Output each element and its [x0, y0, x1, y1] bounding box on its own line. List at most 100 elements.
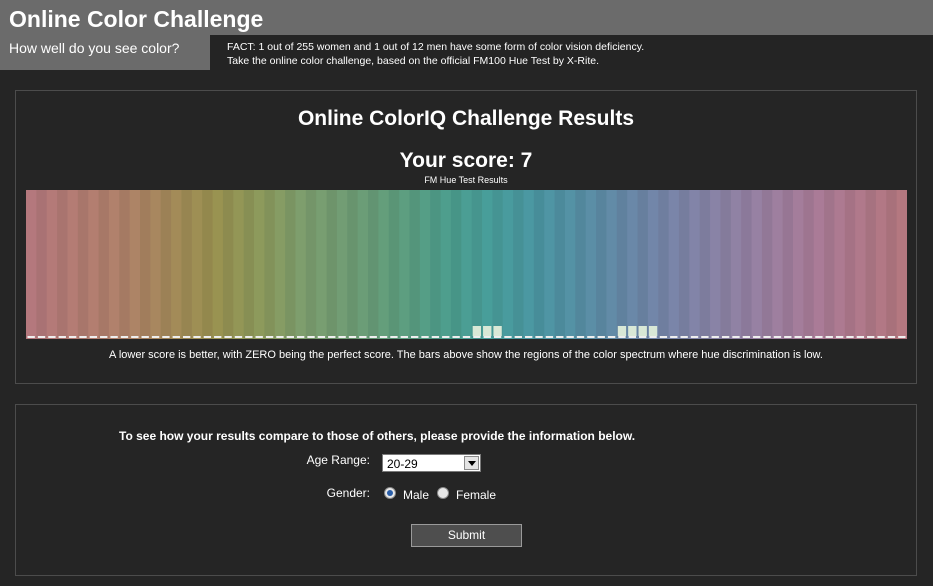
spectrum-cap-34	[378, 190, 390, 339]
baseline-tick-82	[877, 336, 885, 338]
spectrum-cap-80	[855, 190, 867, 339]
baseline-tick-2	[48, 336, 56, 338]
spectrum-cap-30	[336, 190, 348, 339]
spectrum-cap-74	[792, 190, 804, 339]
baseline-tick-56	[607, 336, 616, 338]
baseline-tick-75	[804, 336, 813, 338]
spectrum-cap-16	[191, 190, 203, 339]
spectrum-cap-12	[150, 190, 162, 339]
spectrum-cap-76	[813, 190, 825, 339]
baseline-tick-79	[846, 336, 854, 338]
spectrum-cap-32	[357, 190, 369, 339]
baseline-tick-68	[732, 336, 740, 338]
baseline-tick-42	[462, 336, 471, 338]
spectrum-cap-55	[596, 190, 608, 339]
spectrum-cap-22	[254, 190, 265, 339]
baseline-tick-71	[763, 336, 771, 338]
baseline-tick-50	[545, 336, 554, 338]
spectrum-cap-57	[616, 190, 628, 339]
spectrum-cap-31	[347, 190, 359, 339]
form-intro: To see how your results compare to those…	[119, 429, 636, 443]
results-panel: Online ColorIQ Challenge Results Your sc…	[15, 90, 917, 384]
error-bar-58	[628, 326, 637, 336]
spectrum-cap-73	[782, 190, 794, 339]
baseline-tick-29	[328, 336, 336, 338]
baseline-tick-30	[338, 336, 346, 338]
baseline-tick-66	[711, 336, 719, 338]
baseline-tick-57	[618, 336, 626, 338]
chevron-down-icon[interactable]	[464, 456, 479, 470]
score-display: Your score: 7	[399, 149, 533, 172]
baseline-tick-3	[58, 336, 66, 338]
spectrum-cap-29	[326, 190, 338, 339]
spectrum-cap-70	[751, 190, 763, 339]
age-range-select[interactable]: 20-29	[382, 454, 481, 472]
baseline-tick-11	[141, 336, 149, 338]
error-bar-57	[617, 326, 627, 336]
baseline-tick-31	[348, 336, 357, 338]
spectrum-cap-68	[730, 190, 742, 339]
baseline-tick-61	[659, 336, 668, 338]
baseline-tick-0	[27, 336, 35, 338]
spectrum-cap-53	[575, 190, 587, 339]
age-range-label: Age Range:	[306, 453, 370, 467]
results-title: Online ColorIQ Challenge Results	[297, 107, 635, 130]
spectrum-cap-6	[88, 190, 100, 339]
baseline-tick-27	[307, 336, 315, 338]
baseline-tick-35	[390, 336, 398, 338]
baseline-tick-19	[224, 336, 232, 338]
baseline-tick-81	[867, 336, 875, 338]
error-bar-45	[493, 326, 502, 336]
score-explanation: A lower score is better, with ZERO being…	[109, 349, 823, 361]
spectrum-cap-11	[140, 190, 151, 339]
spectrum-cap-45	[492, 190, 504, 339]
baseline-tick-47	[514, 336, 522, 338]
baseline-tick-20	[234, 336, 243, 338]
spectrum-cap-18	[212, 190, 224, 339]
baseline-tick-26	[296, 336, 305, 338]
spectrum-cap-61	[658, 190, 670, 339]
spectrum-cap-14	[171, 190, 183, 339]
spectrum-cap-13	[160, 190, 172, 339]
baseline-tick-54	[587, 336, 595, 338]
baseline-tick-32	[359, 336, 367, 338]
baseline-tick-44	[483, 336, 491, 338]
baseline-tick-40	[442, 336, 450, 338]
baseline-tick-53	[576, 336, 585, 338]
tagline-text: How well do you see color?	[9, 40, 180, 56]
error-bar-43	[472, 326, 482, 336]
tagline-box: How well do you see color?	[0, 35, 210, 70]
spectrum-cap-23	[264, 190, 276, 339]
demographics-form: To see how your results compare to those…	[15, 404, 917, 576]
spectrum-cap-5	[77, 190, 89, 339]
gender-male-radio[interactable]	[384, 487, 396, 499]
spectrum-cap-1	[36, 190, 48, 339]
spectrum-cap-50	[544, 190, 556, 339]
baseline-tick-46	[504, 336, 512, 338]
spectrum-cap-3	[57, 190, 69, 339]
baseline-tick-15	[182, 336, 191, 338]
spectrum-cap-72	[772, 190, 784, 339]
baseline-tick-41	[452, 336, 460, 338]
baseline-tick-52	[566, 336, 574, 338]
submit-button[interactable]: Submit	[411, 524, 522, 547]
spectrum-cap-84	[896, 190, 907, 339]
baseline-tick-59	[639, 336, 647, 338]
spectrum-cap-66	[710, 190, 722, 339]
spectrum-cap-75	[803, 190, 815, 339]
baseline-tick-4	[68, 336, 77, 338]
gender-female-radio[interactable]	[437, 487, 449, 499]
baseline-tick-25	[286, 336, 294, 338]
spectrum-cap-10	[129, 190, 141, 339]
spectrum-cap-38	[419, 190, 431, 339]
spectrum-cap-37	[409, 190, 421, 339]
spectrum-cap-39	[430, 190, 442, 339]
gender-male-label[interactable]: Male	[403, 488, 429, 502]
baseline-tick-69	[742, 336, 751, 338]
spectrum-cap-0	[26, 190, 37, 339]
baseline-tick-1	[37, 336, 46, 338]
spectrum-cap-65	[699, 190, 711, 339]
baseline-tick-21	[245, 336, 253, 338]
gender-female-label[interactable]: Female	[456, 488, 496, 502]
spectrum-cap-15	[181, 190, 193, 339]
